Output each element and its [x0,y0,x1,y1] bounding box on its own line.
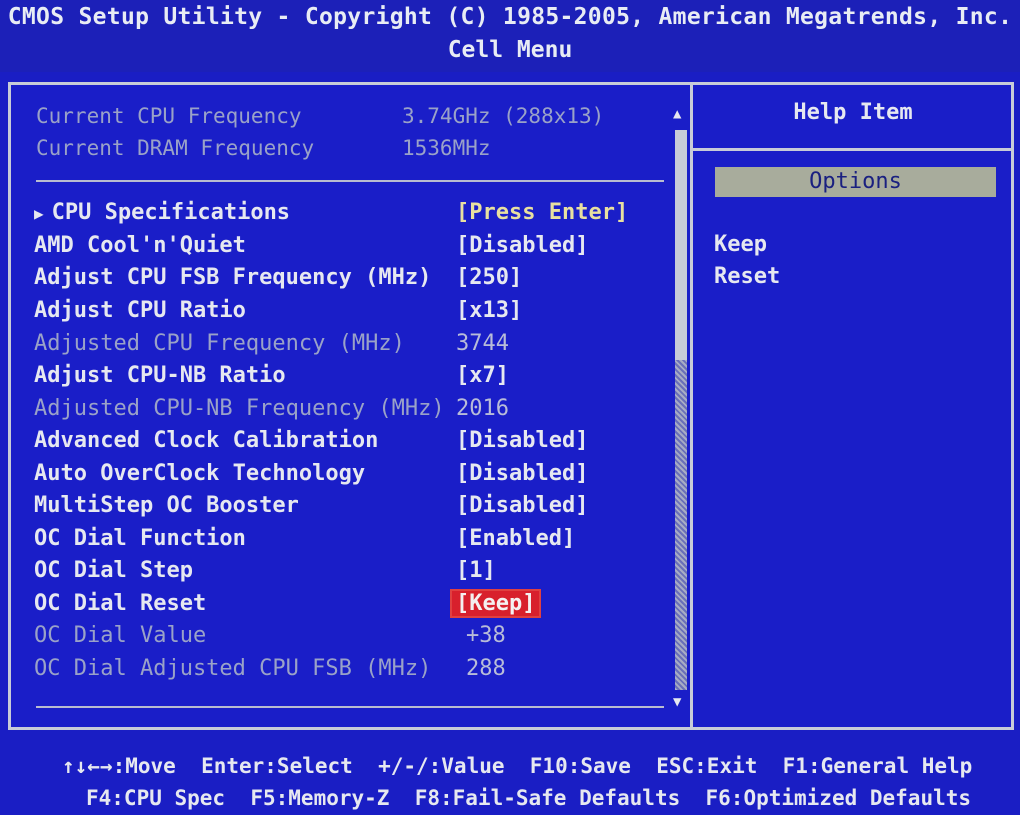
setting-cpu-fsb-frequency[interactable]: Adjust CPU FSB Frequency (MHz) [34,265,431,290]
setting-amd-coolnquiet[interactable]: AMD Cool'n'Quiet [34,233,246,258]
oc-dial-adjusted-fsb-label: OC Dial Adjusted CPU FSB (MHz) [34,656,432,681]
dram-frequency-label: Current DRAM Frequency [36,136,315,160]
footer-keys-line1: ↑↓←→:Move Enter:Select +/-/:Value F10:Sa… [62,754,973,778]
adjusted-cpu-nb-frequency-label: Adjusted CPU-NB Frequency (MHz) [34,396,445,421]
help-pane-title: Help Item [793,100,913,125]
adjusted-cpu-nb-frequency-value: 2016 [456,396,509,421]
footer-keys-line2: F4:CPU Spec F5:Memory-Z F8:Fail-Safe Def… [86,786,972,810]
app-title: CMOS Setup Utility - Copyright (C) 1985-… [7,4,1013,30]
setting-value-oc-dial-step[interactable]: [1] [456,558,496,583]
oc-dial-value-label: OC Dial Value [34,623,207,648]
help-option-reset: Reset [714,264,781,289]
setting-value-oc-dial-reset[interactable]: [Keep] [449,589,542,618]
submenu-arrow-icon: ▶ [34,204,44,223]
list-bottom-separator [36,706,664,708]
scroll-up-arrow-icon[interactable]: ▲ [673,106,681,122]
adjusted-cpu-frequency-label: Adjusted CPU Frequency (MHz) [34,331,405,356]
setting-advanced-clock-calibration[interactable]: Advanced Clock Calibration [34,428,378,453]
setting-value-oc-dial-function[interactable]: [Enabled] [456,526,575,551]
setting-value-multistep-oc-booster[interactable]: [Disabled] [456,493,588,518]
setting-cpu-nb-ratio[interactable]: Adjust CPU-NB Ratio [34,363,286,388]
dram-frequency-value: 1536MHz [402,136,491,160]
setting-value-cpu-nb-ratio[interactable]: [x7] [456,363,509,388]
setting-oc-dial-step[interactable]: OC Dial Step [34,558,193,583]
setting-value-cpu-specifications[interactable]: [Press Enter] [456,200,628,225]
help-option-keep: Keep [714,232,767,257]
options-header: Options [715,167,996,197]
setting-value-amd-coolnquiet[interactable]: [Disabled] [456,233,588,258]
setting-multistep-oc-booster[interactable]: MultiStep OC Booster [34,493,299,518]
setting-oc-dial-reset[interactable]: OC Dial Reset [34,591,206,616]
scroll-down-arrow-icon[interactable]: ▼ [673,694,681,710]
scrollbar-thumb[interactable] [675,130,687,360]
oc-dial-value: +38 [466,623,506,648]
setting-value-advanced-clock-calibration[interactable]: [Disabled] [456,428,588,453]
setting-cpu-specifications[interactable]: ▶ CPU Specifications [34,200,290,225]
setting-value-cpu-fsb-frequency[interactable]: [250] [456,265,522,290]
adjusted-cpu-frequency-value: 3744 [456,331,509,356]
oc-dial-adjusted-fsb-value: 288 [466,656,506,681]
setting-value-cpu-ratio[interactable]: [x13] [456,298,522,323]
setting-auto-overclock[interactable]: Auto OverClock Technology [34,461,365,486]
setting-cpu-ratio[interactable]: Adjust CPU Ratio [34,298,246,323]
cpu-frequency-value: 3.74GHz (288x13) [402,104,605,128]
cpu-frequency-label: Current CPU Frequency [36,104,302,128]
help-separator [693,148,1011,151]
menu-title: Cell Menu [447,37,573,63]
header-bar: CMOS Setup Utility - Copyright (C) 1985-… [0,0,1020,72]
info-separator [36,180,664,182]
pane-divider [690,82,693,730]
setting-oc-dial-function[interactable]: OC Dial Function [34,526,246,551]
setting-value-auto-overclock[interactable]: [Disabled] [456,461,588,486]
